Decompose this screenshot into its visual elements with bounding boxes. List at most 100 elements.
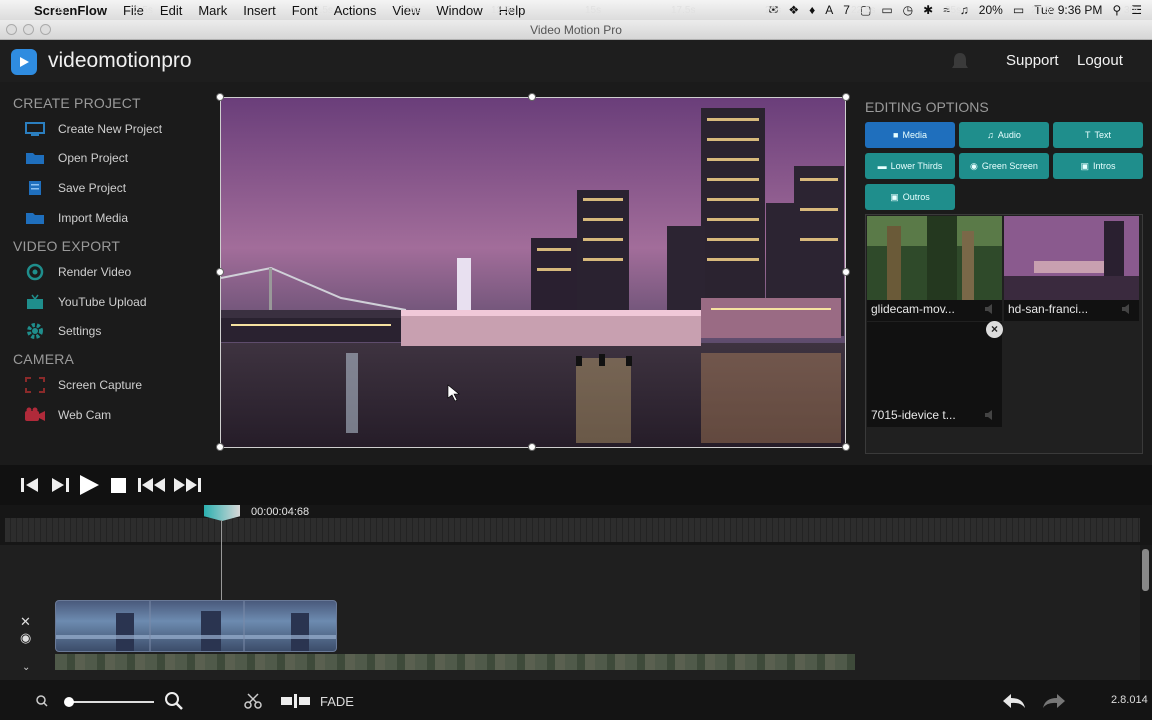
sidebar-item-web-cam[interactable]: Web Cam bbox=[24, 403, 111, 427]
logout-link[interactable]: Logout bbox=[1077, 52, 1123, 69]
sidebar-item-create-new-project[interactable]: Create New Project bbox=[24, 117, 162, 141]
mute-track-icon[interactable]: ✕ bbox=[20, 614, 31, 630]
monitor-icon: ▣ bbox=[1080, 160, 1089, 171]
evernote-icon[interactable]: ♦ bbox=[809, 3, 815, 17]
scissors-icon[interactable] bbox=[244, 692, 262, 710]
sidebar-item-label: Screen Capture bbox=[58, 378, 143, 392]
resize-handle-bottom-right[interactable] bbox=[842, 443, 850, 451]
menu-mark[interactable]: Mark bbox=[190, 3, 235, 18]
render-icon bbox=[24, 263, 46, 281]
zoom-slider-thumb[interactable] bbox=[64, 697, 74, 707]
playhead-line bbox=[221, 520, 222, 600]
tick-label: 2.5s bbox=[134, 5, 153, 16]
timeline-scrollbar[interactable] bbox=[1140, 545, 1152, 680]
thumbnail-image bbox=[867, 216, 1002, 300]
dropbox-icon[interactable]: ❖ bbox=[788, 3, 799, 17]
text-button[interactable]: T Text bbox=[1053, 122, 1143, 148]
rewind-to-start-icon[interactable] bbox=[137, 475, 167, 495]
step-back-icon[interactable] bbox=[20, 475, 42, 495]
folder-icon: ■ bbox=[893, 130, 899, 140]
menu-edit[interactable]: Edit bbox=[152, 3, 190, 18]
sidebar-item-settings[interactable]: Settings bbox=[24, 319, 101, 343]
text-icon: T bbox=[1084, 130, 1091, 140]
button-label: Outros bbox=[902, 192, 930, 202]
timeline-tick-strip bbox=[5, 518, 1140, 542]
intros-button[interactable]: ▣ Intros bbox=[1053, 153, 1143, 179]
outros-button[interactable]: ▣ Outros bbox=[865, 184, 955, 210]
resize-handle-top[interactable] bbox=[528, 93, 536, 101]
close-window-button[interactable] bbox=[6, 24, 17, 35]
redo-icon[interactable] bbox=[1041, 691, 1067, 711]
collapse-track-icon[interactable]: ⌄ bbox=[22, 662, 30, 673]
sidebar-item-import-media[interactable]: Import Media bbox=[24, 206, 128, 230]
sidebar-item-youtube-upload[interactable]: YouTube Upload bbox=[24, 290, 147, 314]
scrollbar-thumb[interactable] bbox=[1142, 549, 1149, 591]
adobe-icon[interactable]: A bbox=[825, 3, 833, 17]
tv-icon bbox=[24, 294, 46, 310]
split-clip-icon[interactable] bbox=[280, 693, 312, 709]
resize-handle-bottom-left[interactable] bbox=[216, 443, 224, 451]
menu-actions[interactable]: Actions bbox=[326, 3, 385, 18]
menu-insert[interactable]: Insert bbox=[235, 3, 284, 18]
fast-forward-to-end-icon[interactable] bbox=[172, 475, 202, 495]
audio-button[interactable]: ♫ Audio bbox=[959, 122, 1049, 148]
folder-icon bbox=[24, 150, 46, 166]
button-label: Text bbox=[1094, 130, 1111, 140]
speaker-icon[interactable] bbox=[984, 409, 996, 421]
zoom-window-button[interactable] bbox=[40, 24, 51, 35]
play-icon[interactable] bbox=[78, 475, 100, 495]
visibility-eye-icon[interactable]: ◉ bbox=[20, 630, 31, 646]
support-link[interactable]: Support bbox=[1006, 52, 1059, 69]
resize-handle-left[interactable] bbox=[216, 268, 224, 276]
window-controls bbox=[6, 24, 51, 35]
window-title: Video Motion Pro bbox=[530, 23, 622, 37]
zoom-out-icon[interactable] bbox=[36, 695, 48, 707]
fade-button[interactable]: FADE bbox=[320, 694, 354, 709]
resize-handle-top-left[interactable] bbox=[216, 93, 224, 101]
spotlight-icon[interactable]: ⚲ bbox=[1112, 3, 1121, 17]
zoom-slider[interactable] bbox=[66, 701, 154, 703]
airplay-icon[interactable]: ▭ bbox=[881, 3, 892, 17]
stop-icon[interactable] bbox=[110, 475, 128, 495]
step-forward-icon[interactable] bbox=[48, 475, 70, 495]
menu-window[interactable]: Window bbox=[428, 3, 490, 18]
media-button[interactable]: ■ Media bbox=[865, 122, 955, 148]
speaker-icon[interactable] bbox=[1121, 303, 1133, 315]
media-thumb-glidecam[interactable]: glidecam-mov... bbox=[867, 216, 1002, 321]
time-machine-icon[interactable]: ◷ bbox=[903, 3, 913, 17]
transport-bar bbox=[0, 465, 1152, 505]
video-clip[interactable] bbox=[55, 600, 337, 652]
speaker-icon[interactable] bbox=[984, 303, 996, 315]
volume-icon[interactable]: ♫ bbox=[960, 3, 969, 17]
tick-label: 20s bbox=[765, 5, 782, 16]
battery-percent: 20% bbox=[978, 3, 1003, 17]
audio-clip[interactable] bbox=[55, 654, 855, 670]
sidebar-item-label: Web Cam bbox=[58, 408, 112, 422]
media-thumb-idevice[interactable]: 7015-idevice t... bbox=[867, 322, 1002, 427]
lower-thirds-button[interactable]: ▬ Lower Thirds bbox=[865, 153, 955, 179]
resize-handle-top-right[interactable] bbox=[842, 93, 850, 101]
tick-label: 7.5s bbox=[314, 5, 333, 16]
tick-label: 27.5s bbox=[1031, 5, 1056, 16]
bluetooth-icon[interactable]: ✱ bbox=[923, 3, 933, 17]
menu-app-name[interactable]: ScreenFlow bbox=[26, 3, 115, 18]
tick-label: 25s bbox=[945, 5, 962, 16]
remove-media-icon[interactable]: × bbox=[986, 321, 1003, 338]
resize-handle-bottom[interactable] bbox=[528, 443, 536, 451]
sidebar-item-save-project[interactable]: Save Project bbox=[24, 176, 126, 200]
green-screen-button[interactable]: ◉ Green Screen bbox=[959, 153, 1049, 179]
video-preview[interactable] bbox=[220, 97, 846, 448]
zoom-in-icon[interactable] bbox=[164, 691, 184, 711]
battery-icon[interactable]: ▭ bbox=[1013, 3, 1024, 17]
button-label: Intros bbox=[1093, 161, 1116, 171]
undo-icon[interactable] bbox=[1001, 691, 1027, 711]
resize-handle-right[interactable] bbox=[842, 268, 850, 276]
notification-bell-icon[interactable] bbox=[948, 50, 972, 74]
sidebar-item-screen-capture[interactable]: Screen Capture bbox=[24, 373, 142, 397]
sidebar-item-label: Save Project bbox=[58, 181, 127, 195]
minimize-window-button[interactable] bbox=[23, 24, 34, 35]
editing-options-title: EDITING OPTIONS bbox=[865, 99, 989, 115]
sidebar-item-open-project[interactable]: Open Project bbox=[24, 146, 128, 170]
media-thumb-san-francisco[interactable]: hd-san-franci... bbox=[1004, 216, 1139, 321]
sidebar-item-render-video[interactable]: Render Video bbox=[24, 260, 131, 284]
